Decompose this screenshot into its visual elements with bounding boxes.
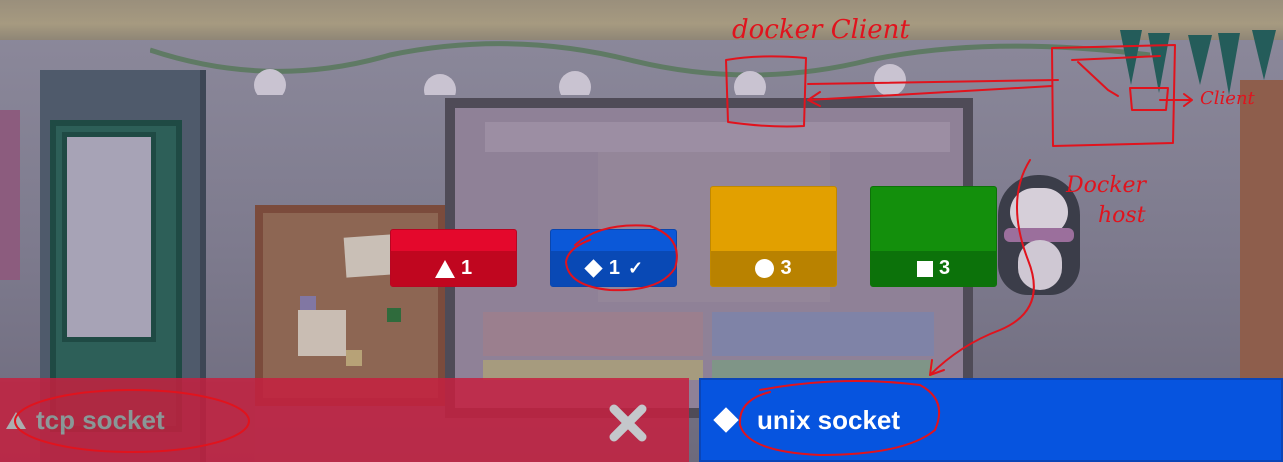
corkboard-note [298,310,346,356]
annotation-docker-host-line1: Docker [1065,173,1148,198]
whiteboard-header [485,122,950,152]
whiteboard-answer-row [483,312,703,356]
tile-count-bar: 1 [391,251,516,286]
diamond-icon [713,407,739,433]
whiteboard-answer-row [483,360,703,380]
tile-count-bar: 3 [711,251,836,286]
picture-frame [0,110,20,280]
answer-label: tcp socket [36,404,165,435]
triangle-icon [434,259,455,278]
answer-option-correct[interactable]: unix socket [699,378,1283,462]
tile-count-bar: 1 ✓ [551,251,676,286]
door-window [62,132,156,342]
ceiling-trim [0,0,1283,40]
whiteboard-answer-row [712,312,934,356]
answer-tile-diamond: 1 ✓ [550,229,677,287]
whiteboard-answer-row [712,360,934,380]
incorrect-x-icon [609,404,647,442]
tile-count: 3 [780,257,792,279]
square-icon [916,260,933,277]
tile-count: 3 [938,257,951,279]
answer-tile-circle: 3 [710,186,837,287]
window-frame [1240,80,1283,380]
tile-count: 1 [460,257,473,279]
annotation-docker-host-line2: host [1098,203,1146,228]
answer-tile-triangle: 1 [390,229,517,287]
garland-decoration [150,41,1150,95]
triangle-icon [6,411,26,429]
corkboard-note [346,350,362,366]
circle-icon [755,259,775,278]
answer-tile-square: 3 [870,186,997,287]
tile-count-bar: 3 [871,251,996,286]
tile-count: 1 [608,257,621,279]
corkboard-note [387,308,401,322]
game-scene: 1 1 ✓ 3 3 tcp socket unix socket docker … [0,0,1283,462]
answer-label: unix socket [757,404,901,435]
diamond-icon [584,259,603,278]
checkmark-icon: ✓ [628,258,644,278]
corkboard-note [300,296,316,310]
penguin-belly [1018,240,1062,290]
corkboard-note [343,234,395,278]
answer-option-wrong[interactable]: tcp socket [0,378,689,462]
